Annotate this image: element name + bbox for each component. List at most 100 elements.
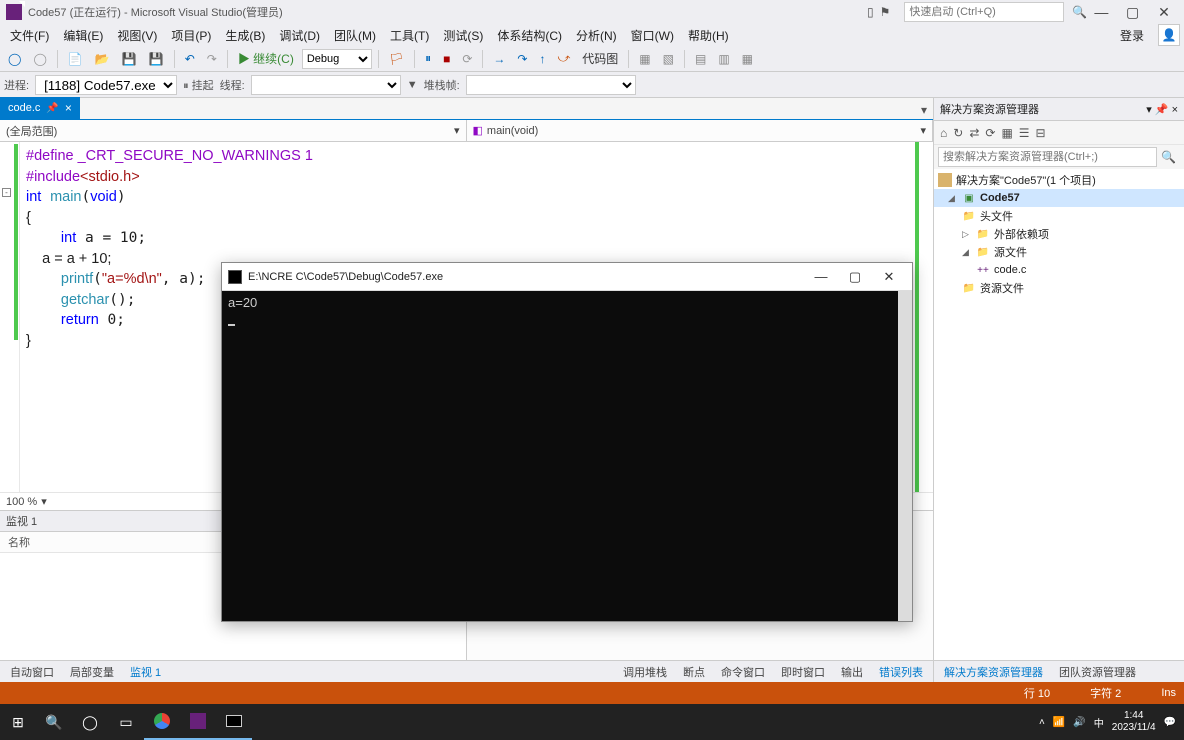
avatar-icon[interactable]: 👤 [1158,24,1180,46]
watch-col-name[interactable]: 名称 [0,532,233,552]
gutter[interactable]: - [0,142,20,492]
restart-button[interactable]: ⟳ [458,50,476,68]
volume-icon[interactable]: 🔊 [1073,717,1085,728]
menu-project[interactable]: 项目(P) [165,25,217,46]
menu-test[interactable]: 测试(S) [437,25,489,46]
tree-external[interactable]: ▷📁外部依赖项 [934,225,1184,243]
tree-source[interactable]: ◢📁源文件 [934,243,1184,261]
menu-window[interactable]: 窗口(W) [625,25,680,46]
vs-button[interactable] [180,704,216,740]
tab-errorlist[interactable]: 错误列表 [873,662,929,682]
tab-team-explorer[interactable]: 团队资源管理器 [1053,662,1142,682]
menu-analyze[interactable]: 分析(N) [570,25,623,46]
tab-immediate[interactable]: 即时窗口 [775,662,831,682]
menu-team[interactable]: 团队(M) [328,25,382,46]
close-button[interactable]: ✕ [1150,4,1178,21]
tree-resources[interactable]: 📁资源文件 [934,279,1184,297]
sol-collapse-icon[interactable]: ⊟ [1036,126,1046,140]
nav-back-button[interactable]: ◯ [4,50,25,68]
console-output[interactable]: a=20 [222,291,912,621]
sol-props-icon[interactable]: ☰ [1019,126,1030,140]
tree-code-c[interactable]: ++code.c [934,261,1184,279]
tab-breakpoints[interactable]: 断点 [677,662,711,682]
console-close-button[interactable]: ✕ [872,269,906,285]
menu-debug[interactable]: 调试(D) [273,25,326,46]
taskview-button[interactable]: ▭ [108,704,144,740]
console-min-button[interactable]: — [804,269,838,284]
tab-solution-explorer[interactable]: 解决方案资源管理器 [938,662,1049,682]
menu-tools[interactable]: 工具(T) [384,25,435,46]
notifications-icon[interactable]: 💬 [1164,717,1176,728]
sol-back-icon[interactable]: ↻ [953,126,963,140]
tb-ex1[interactable]: ▦ [635,50,654,68]
console-scrollbar[interactable] [898,291,912,621]
tb-ex2[interactable]: ▧ [659,50,678,68]
console-titlebar[interactable]: E:\NCRE C\Code57\Debug\Code57.exe — ▢ ✕ [222,263,912,291]
signin-link[interactable]: 登录 [1114,25,1150,46]
solution-tree[interactable]: 解决方案"Code57"(1 个项目) ◢▣Code57 📁头文件 ▷📁外部依赖… [934,169,1184,660]
stack-select[interactable] [466,75,636,95]
chrome-button[interactable] [144,704,180,740]
menu-help[interactable]: 帮助(H) [682,25,735,46]
sol-close-icon[interactable]: × [1172,104,1178,116]
pause-button[interactable]: ⏸ [421,49,435,68]
scope-dropdown[interactable]: (全局范围)▾ [0,120,467,141]
step-btn[interactable]: ⤻ [553,49,574,68]
sol-dropdown-icon[interactable]: ▾ [1146,104,1152,116]
continue-button[interactable]: ▶ 继续(C) [234,48,298,69]
codeview-button[interactable]: 代码图 [578,48,622,69]
tray-expand-icon[interactable]: ˄ [1039,717,1045,728]
tab-code-c[interactable]: code.c 📌 × [0,97,80,119]
tab-dropdown-icon[interactable]: ▾ [915,101,933,119]
filter-icon[interactable]: ▼ [407,79,418,91]
tab-command[interactable]: 命令窗口 [715,662,771,682]
start-button[interactable]: ⊞ [0,704,36,740]
flag-icon[interactable]: ⚑ [880,5,891,19]
quick-launch-input[interactable] [904,2,1064,22]
solution-search-input[interactable] [938,147,1157,167]
function-dropdown[interactable]: ◧main(void)▾ [467,120,934,141]
menu-arch[interactable]: 体系结构(C) [491,25,568,46]
sol-refresh-icon[interactable]: ⟳ [985,126,995,140]
process-select[interactable]: [1188] Code57.exe [35,75,177,95]
tab-close-icon[interactable]: × [65,101,72,115]
console-window[interactable]: E:\NCRE C\Code57\Debug\Code57.exe — ▢ ✕ … [221,262,913,622]
sol-pin-icon[interactable]: 📌 [1155,104,1169,116]
save-all-button[interactable]: 💾 [145,50,168,68]
search-icon[interactable]: 🔍 [1072,5,1087,19]
notify-icon[interactable]: ▯ [867,5,874,19]
step-into-button[interactable]: → [489,50,509,68]
fold-icon[interactable]: - [2,188,11,197]
wifi-icon[interactable]: 📶 [1053,717,1065,728]
restore-button[interactable]: ▢ [1119,4,1147,21]
pin-icon[interactable]: 📌 [46,103,58,114]
menu-file[interactable]: 文件(F) [4,25,55,46]
step-out-button[interactable]: ↑ [535,50,549,68]
tree-headers[interactable]: 📁头文件 [934,207,1184,225]
tab-watch1[interactable]: 监视 1 [124,662,167,682]
tb-ex4[interactable]: ▥ [714,50,733,68]
search-icon[interactable]: 🔍 [1157,150,1180,164]
thread-select[interactable] [251,75,401,95]
minimize-button[interactable]: — [1087,4,1115,20]
menu-view[interactable]: 视图(V) [111,25,163,46]
tb-ex3[interactable]: ▤ [691,50,710,68]
ime-indicator[interactable]: 中 [1094,715,1104,730]
menu-build[interactable]: 生成(B) [219,25,271,46]
tree-solution[interactable]: 解决方案"Code57"(1 个项目) [934,171,1184,189]
save-button[interactable]: 💾 [118,50,141,68]
system-tray[interactable]: ˄ 📶 🔊 中 1:442023/11/4 💬 [1031,710,1184,734]
tree-project[interactable]: ◢▣Code57 [934,189,1184,207]
sol-showall-icon[interactable]: ▦ [1001,126,1012,140]
cortana-button[interactable]: ◯ [72,704,108,740]
tab-locals[interactable]: 局部变量 [64,662,120,682]
open-button[interactable]: 📂 [91,50,114,68]
tb-ex5[interactable]: ▦ [738,50,757,68]
redo-button[interactable]: ↷ [203,50,221,68]
console-taskbtn[interactable] [216,704,252,740]
nav-fwd-button[interactable]: ◯ [29,50,50,68]
console-max-button[interactable]: ▢ [838,269,872,285]
search-button[interactable]: 🔍 [36,704,72,740]
step-over-button[interactable]: ↷ [513,50,531,68]
undo-button[interactable]: ↶ [181,50,199,68]
